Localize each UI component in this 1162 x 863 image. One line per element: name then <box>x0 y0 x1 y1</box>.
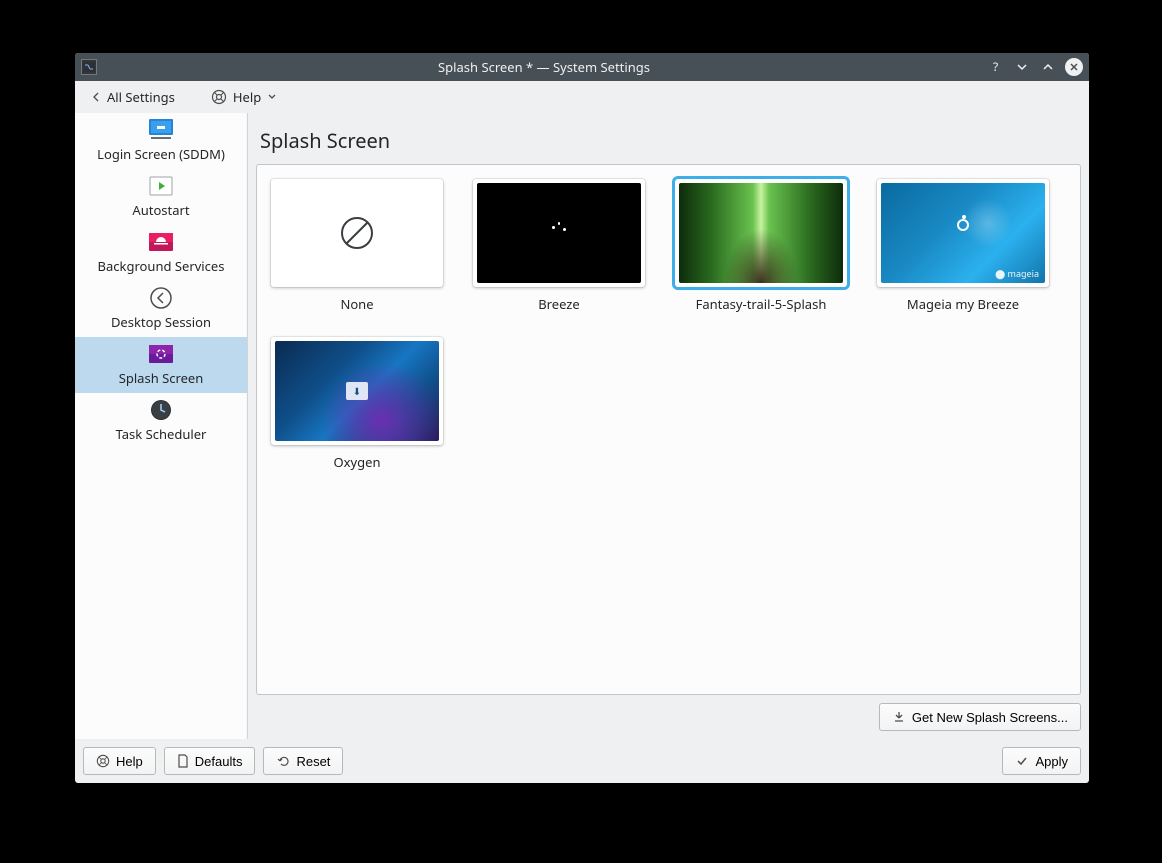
mageia-preview: ⬤ mageia <box>881 183 1045 283</box>
splash-icon <box>145 343 177 365</box>
titlebar: Splash Screen * — System Settings ? <box>75 53 1089 81</box>
fantasy-trail-preview <box>679 183 843 283</box>
session-back-icon <box>145 287 177 309</box>
apply-label: Apply <box>1035 754 1068 769</box>
theme-oxygen[interactable]: ⬇ Oxygen <box>271 337 443 471</box>
theme-label: Mageia my Breeze <box>907 295 1019 313</box>
all-settings-label: All Settings <box>107 88 175 106</box>
svg-text:?: ? <box>993 60 998 74</box>
document-icon <box>177 754 189 768</box>
undo-icon <box>276 754 290 768</box>
help-menu-label: Help <box>233 88 261 106</box>
help-menu-button[interactable]: Help <box>203 85 285 109</box>
theme-label: None <box>340 295 373 313</box>
minimize-icon[interactable] <box>1013 58 1031 76</box>
help-icon[interactable]: ? <box>987 58 1005 76</box>
theme-label: Fantasy-trail-5-Splash <box>696 295 827 313</box>
sidebar-item-label: Task Scheduler <box>116 425 207 443</box>
sidebar-item-background-services[interactable]: Background Services <box>75 225 247 281</box>
sidebar-item-splash-screen[interactable]: Splash Screen <box>75 337 247 393</box>
toolbar: All Settings Help <box>75 81 1089 113</box>
lifebuoy-icon <box>211 89 227 105</box>
reset-label: Reset <box>296 754 330 769</box>
window-controls: ? <box>987 58 1083 76</box>
theme-fantasy-trail[interactable]: Fantasy-trail-5-Splash <box>675 179 847 313</box>
window-title: Splash Screen * — System Settings <box>101 58 987 76</box>
play-icon <box>145 175 177 197</box>
footer: Help Defaults Reset Apply <box>75 739 1089 783</box>
sidebar-item-login-screen[interactable]: Login Screen (SDDM) <box>75 113 247 169</box>
clock-icon <box>145 399 177 421</box>
close-icon[interactable] <box>1065 58 1083 76</box>
app-icon <box>81 59 97 75</box>
theme-breeze[interactable]: Breeze <box>473 179 645 313</box>
sidebar-item-label: Splash Screen <box>119 369 204 387</box>
get-new-row: Get New Splash Screens... <box>256 703 1081 731</box>
service-bell-icon <box>145 231 177 253</box>
chevron-down-icon <box>267 92 277 102</box>
help-label: Help <box>116 754 143 769</box>
get-new-splash-button[interactable]: Get New Splash Screens... <box>879 703 1081 731</box>
monitor-icon <box>145 119 177 141</box>
body: Login Screen (SDDM) Autostart Background… <box>75 113 1089 739</box>
page-title: Splash Screen <box>260 127 1081 154</box>
defaults-label: Defaults <box>195 754 243 769</box>
theme-label: Breeze <box>538 295 580 313</box>
maximize-icon[interactable] <box>1039 58 1057 76</box>
sidebar-item-label: Desktop Session <box>111 313 211 331</box>
none-icon <box>275 183 439 283</box>
lifebuoy-icon <box>96 754 110 768</box>
check-icon <box>1015 754 1029 768</box>
theme-label: Oxygen <box>333 453 380 471</box>
help-button[interactable]: Help <box>83 747 156 775</box>
download-icon <box>892 710 906 724</box>
sidebar-item-label: Login Screen (SDDM) <box>97 145 225 163</box>
splash-theme-list: None Breeze Fantasy-trail-5-Splash ⬤ mag… <box>256 164 1081 695</box>
apply-button[interactable]: Apply <box>1002 747 1081 775</box>
breeze-preview <box>477 183 641 283</box>
all-settings-button[interactable]: All Settings <box>83 85 183 109</box>
theme-mageia-my-breeze[interactable]: ⬤ mageia Mageia my Breeze <box>877 179 1049 313</box>
get-new-label: Get New Splash Screens... <box>912 710 1068 725</box>
defaults-button[interactable]: Defaults <box>164 747 256 775</box>
sidebar-item-label: Autostart <box>132 201 189 219</box>
main: Splash Screen None Breeze Fantasy <box>248 113 1089 739</box>
sidebar-item-task-scheduler[interactable]: Task Scheduler <box>75 393 247 449</box>
oxygen-preview: ⬇ <box>275 341 439 441</box>
sidebar-item-desktop-session[interactable]: Desktop Session <box>75 281 247 337</box>
sidebar-item-autostart[interactable]: Autostart <box>75 169 247 225</box>
sidebar: Login Screen (SDDM) Autostart Background… <box>75 113 248 739</box>
sidebar-item-label: Background Services <box>98 257 225 275</box>
system-settings-window: Splash Screen * — System Settings ? All … <box>75 53 1089 783</box>
theme-none[interactable]: None <box>271 179 443 313</box>
chevron-left-icon <box>91 91 101 103</box>
reset-button[interactable]: Reset <box>263 747 343 775</box>
